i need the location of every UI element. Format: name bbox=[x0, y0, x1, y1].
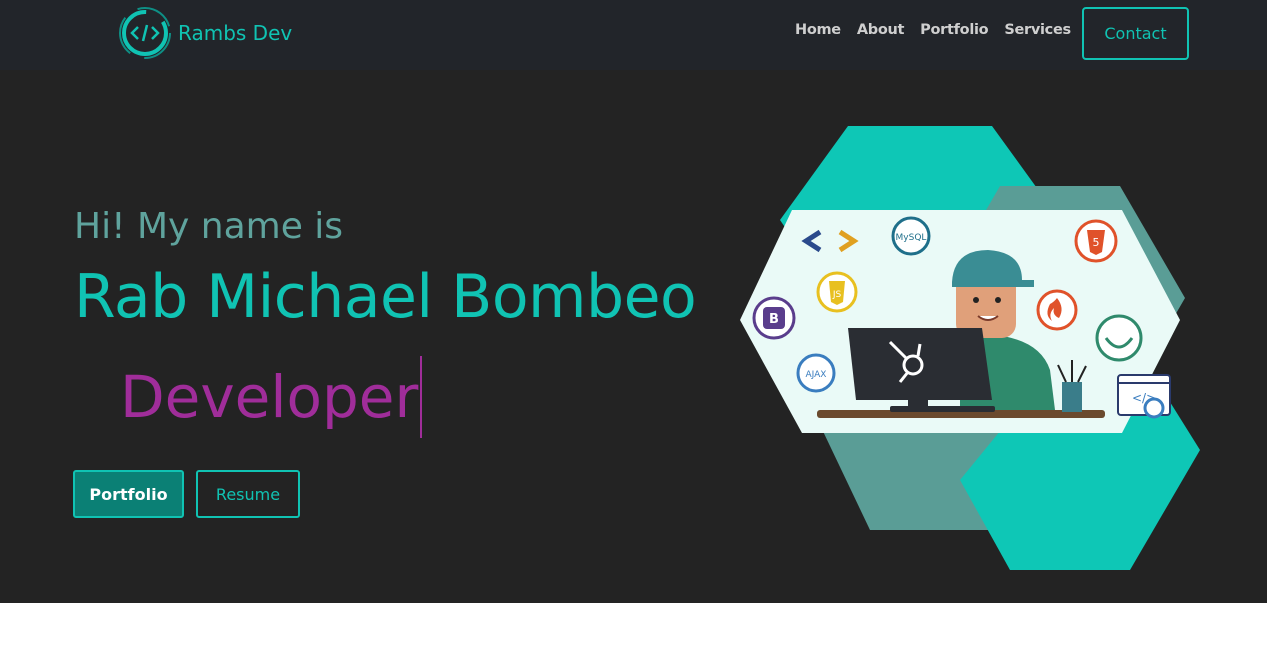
navbar: Rambs Dev Home About Portfolio Services … bbox=[0, 0, 1267, 70]
resume-button[interactable]: Resume bbox=[196, 470, 300, 518]
hero-role-text: Developer bbox=[120, 363, 419, 431]
jquery-icon bbox=[1095, 314, 1143, 362]
nav-links: Home About Portfolio Services bbox=[795, 22, 1071, 38]
hero-greeting: Hi! My name is bbox=[74, 206, 344, 247]
web-settings-icon: </> bbox=[1117, 374, 1171, 419]
nav-about[interactable]: About bbox=[857, 22, 905, 38]
person-eye-right bbox=[995, 297, 1001, 303]
hero-name: Rab Michael Bombeo bbox=[74, 262, 697, 332]
nav-portfolio[interactable]: Portfolio bbox=[920, 22, 988, 38]
monitor bbox=[848, 328, 992, 400]
hero-role: Developer bbox=[120, 356, 423, 438]
bootstrap-icon: B bbox=[752, 296, 796, 340]
svg-text:5: 5 bbox=[1093, 236, 1100, 249]
nav-services[interactable]: Services bbox=[1004, 22, 1071, 38]
monitor-base bbox=[890, 406, 995, 412]
svg-text:JS: JS bbox=[832, 290, 842, 300]
contact-button[interactable]: Contact bbox=[1082, 7, 1189, 60]
person-eye-left bbox=[973, 297, 979, 303]
code-brackets-logo bbox=[119, 7, 171, 59]
nav-home[interactable]: Home bbox=[795, 22, 841, 38]
svg-text:B: B bbox=[769, 312, 779, 327]
typing-cursor bbox=[420, 356, 423, 438]
html5-icon: 5 bbox=[1074, 219, 1118, 263]
mysql-icon: MySQL bbox=[891, 216, 931, 256]
svg-text:MySQL: MySQL bbox=[896, 233, 927, 243]
svg-text:AJAX: AJAX bbox=[806, 370, 827, 380]
ajax-icon: AJAX bbox=[796, 353, 836, 393]
brand[interactable]: Rambs Dev bbox=[118, 6, 292, 60]
brand-name: Rambs Dev bbox=[178, 21, 293, 45]
codeigniter-icon bbox=[1036, 289, 1078, 331]
hero-illustration: MySQL 5 JS B AJAX </> bbox=[740, 126, 1200, 570]
portfolio-button[interactable]: Portfolio bbox=[73, 470, 184, 518]
pencil-cup bbox=[1062, 382, 1082, 412]
js-icon: JS bbox=[816, 271, 858, 313]
